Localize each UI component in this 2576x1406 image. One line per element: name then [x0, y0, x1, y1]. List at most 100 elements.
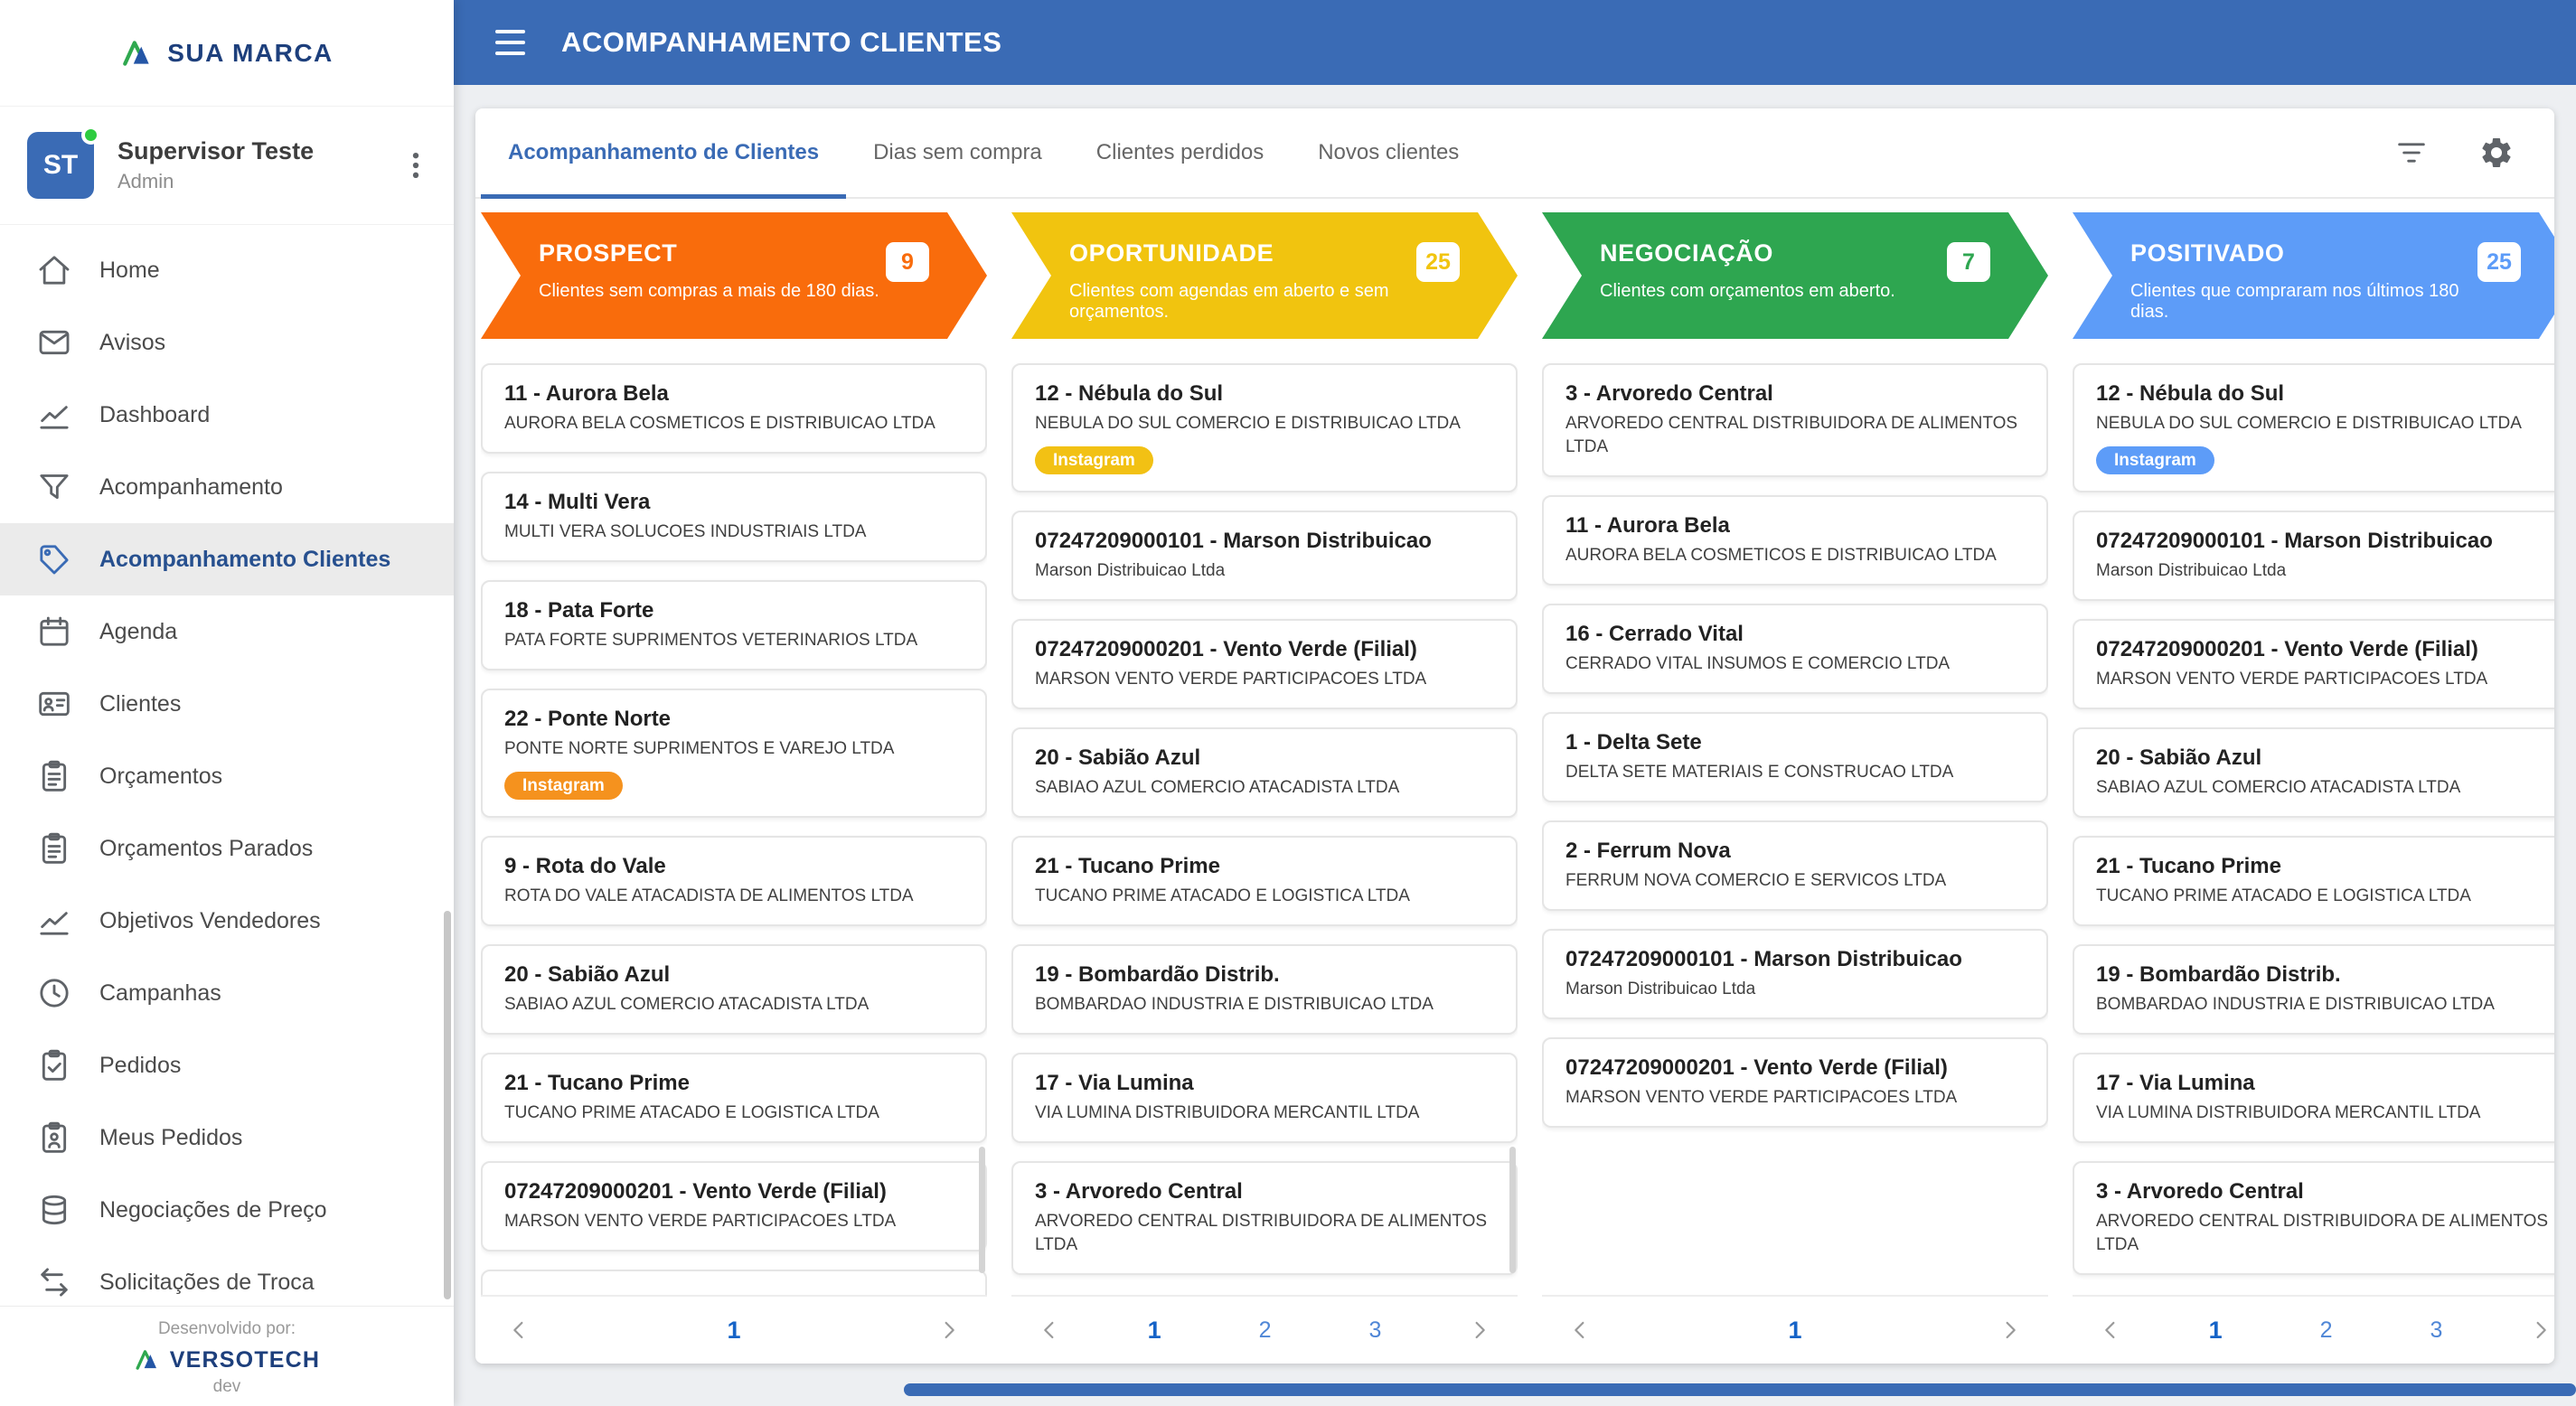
sidebar-item-campanhas[interactable]: Campanhas [0, 957, 454, 1029]
sidebar-item-label: Solicitações de Troca [99, 1270, 315, 1296]
profile-menu-button[interactable] [398, 147, 434, 183]
tabs: Acompanhamento de ClientesDias sem compr… [481, 108, 1486, 197]
client-card[interactable]: 22 - Ponte Norte PONTE NORTE SUPRIMENTOS… [481, 689, 987, 818]
tab-novos-clientes[interactable]: Novos clientes [1291, 108, 1486, 197]
sidebar-item-label: Home [99, 258, 160, 284]
client-card-company: Marson Distribuicao Ltda [1565, 978, 2025, 1001]
client-card-company: Marson Distribuicao Ltda [2096, 559, 2554, 583]
pager-next-button[interactable] [1996, 1316, 2025, 1345]
sidebar-item-home[interactable]: Home [0, 234, 454, 306]
sidebar-item-objetivos-vendedores[interactable]: Objetivos Vendedores [0, 885, 454, 957]
pager-page-1[interactable]: 1 [1148, 1317, 1161, 1345]
client-card[interactable]: 3 - Arvoredo Central ARVOREDO CENTRAL DI… [1542, 363, 2048, 477]
client-card[interactable]: 20 - Sabião Azul SABIAO AZUL COMERCIO AT… [1011, 727, 1518, 818]
client-card-company: MULTI VERA SOLUCOES INDUSTRIAIS LTDA [504, 520, 964, 544]
client-card[interactable]: 07247209000101 - Marson Distribuicao Mar… [2073, 511, 2554, 601]
pager-next-button[interactable] [935, 1316, 964, 1345]
tab-clientes-perdidos[interactable]: Clientes perdidos [1069, 108, 1291, 197]
pager-prev-button[interactable] [504, 1316, 533, 1345]
pager-next-button[interactable] [2526, 1316, 2554, 1345]
client-card-company: TUCANO PRIME ATACADO E LOGISTICA LTDA [504, 1101, 964, 1125]
sidebar-item-clientes[interactable]: Clientes [0, 668, 454, 740]
pager-page-1[interactable]: 1 [1788, 1317, 1801, 1345]
pager-prev-button[interactable] [2096, 1316, 2125, 1345]
pager-prev-button[interactable] [1565, 1316, 1594, 1345]
column-subtitle: Clientes com orçamentos em aberto. [1600, 281, 1958, 302]
clock-icon [36, 975, 72, 1011]
client-card[interactable]: 9 - Rota do Vale ROTA DO VALE ATACADISTA… [481, 836, 987, 926]
client-card[interactable]: 07247209000101 - Marson Distribuicao Mar… [1011, 511, 1518, 601]
column-count-badge: 9 [886, 242, 929, 282]
sidebar-item-acompanhamento[interactable]: Acompanhamento [0, 451, 454, 523]
sidebar-item-solicitacoes-de-troca[interactable]: Solicitações de Troca [0, 1246, 454, 1306]
client-card[interactable]: 07247209000201 - Vento Verde (Filial) MA… [2073, 619, 2554, 709]
brand-logo-icon [120, 36, 155, 70]
pager-page-1[interactable]: 1 [727, 1317, 740, 1345]
filter-icon[interactable] [2393, 135, 2430, 171]
client-card[interactable]: 19 - Bombardão Distrib. BOMBARDAO INDUST… [2073, 944, 2554, 1035]
client-card[interactable]: 11 - Aurora Bela AURORA BELA COSMETICOS … [481, 363, 987, 454]
pager-prev-button[interactable] [1035, 1316, 1064, 1345]
horizontal-scrollbar-thumb[interactable] [904, 1383, 2576, 1396]
sidebar-item-meus-pedidos[interactable]: Meus Pedidos [0, 1101, 454, 1174]
client-card[interactable]: 07247209000101 - Marson Distribuicao Mar… [1542, 929, 2048, 1019]
sidebar-item-acompanhamento-clientes[interactable]: Acompanhamento Clientes [0, 523, 454, 595]
client-card[interactable]: 17 - Via Lumina VIA LUMINA DISTRIBUIDORA… [1011, 1053, 1518, 1143]
client-card[interactable]: 2 - Ferrum Nova FERRUM NOVA COMERCIO E S… [1542, 820, 2048, 911]
sidebar-item-avisos[interactable]: Avisos [0, 306, 454, 379]
client-card[interactable]: 20 - Sabião Azul SABIAO AZUL COMERCIO AT… [2073, 727, 2554, 818]
tab-acompanhamento-de-clientes[interactable]: Acompanhamento de Clientes [481, 108, 846, 197]
client-card[interactable]: 07247209000201 - Vento Verde (Filial) MA… [1542, 1037, 2048, 1128]
pager-page-2[interactable]: 2 [2320, 1317, 2333, 1344]
client-card-title: 3 - Arvoredo Central [2096, 1179, 2554, 1204]
client-card[interactable]: 1 - Delta Sete DELTA SETE MATERIAIS E CO… [1542, 712, 2048, 802]
pager-next-button[interactable] [1465, 1316, 1494, 1345]
client-card[interactable]: 3 - Arvoredo Central ARVOREDO CENTRAL DI… [1011, 1161, 1518, 1275]
client-card[interactable]: 17 - Via Lumina VIA LUMINA DISTRIBUIDORA… [2073, 1053, 2554, 1143]
client-card-company: AURORA BELA COSMETICOS E DISTRIBUICAO LT… [504, 412, 964, 436]
client-card[interactable]: 16 - Cerrado Vital CERRADO VITAL INSUMOS… [1542, 604, 2048, 694]
client-card[interactable]: 21 - Tucano Prime TUCANO PRIME ATACADO E… [1011, 836, 1518, 926]
pager-page-2[interactable]: 2 [1259, 1317, 1272, 1344]
contact-card-icon [36, 686, 72, 722]
sidebar-item-orcamentos[interactable]: Orçamentos [0, 740, 454, 812]
sidebar-scrollbar-thumb[interactable] [444, 911, 451, 1299]
sidebar-item-negociacoes-de-preco[interactable]: Negociações de Preço [0, 1174, 454, 1246]
column-scrollbar-thumb[interactable] [979, 1147, 985, 1273]
client-card[interactable]: 19 - Bombardão Distrib. BOMBARDAO INDUST… [1011, 944, 1518, 1035]
client-card[interactable]: 21 - Tucano Prime TUCANO PRIME ATACADO E… [2073, 836, 2554, 926]
client-card[interactable]: 21 - Tucano Prime TUCANO PRIME ATACADO E… [481, 1053, 987, 1143]
client-card-title: 11 - Aurora Bela [504, 381, 964, 407]
pager-page-3[interactable]: 3 [1369, 1317, 1382, 1344]
pager-page-3[interactable]: 3 [2430, 1317, 2443, 1344]
client-card[interactable]: 11 - Aurora Bela AURORA BELA COSMETICOS … [1542, 495, 2048, 586]
sidebar-item-agenda[interactable]: Agenda [0, 595, 454, 668]
sidebar-item-pedidos[interactable]: Pedidos [0, 1029, 454, 1101]
settings-icon[interactable] [2478, 135, 2515, 171]
versotech-logo-icon [134, 1346, 161, 1373]
sidebar-item-dashboard[interactable]: Dashboard [0, 379, 454, 451]
client-card-company: ROTA DO VALE ATACADISTA DE ALIMENTOS LTD… [504, 885, 964, 908]
client-card[interactable]: 12 - Nébula do Sul NEBULA DO SUL COMERCI… [2073, 363, 2554, 492]
sidebar-item-orcamentos-parados[interactable]: Orçamentos Parados [0, 812, 454, 885]
client-card-title: 2 - Ferrum Nova [1565, 839, 2025, 864]
client-card-title: 19 - Bombardão Distrib. [1035, 962, 1494, 988]
menu-toggle-button[interactable] [495, 30, 525, 55]
tab-dias-sem-compra[interactable]: Dias sem compra [846, 108, 1069, 197]
client-card[interactable]: 14 - Multi Vera MULTI VERA SOLUCOES INDU… [481, 472, 987, 562]
client-card-title: 3 - Arvoredo Central [1565, 381, 2025, 407]
client-card[interactable]: 07247209000201 - Vento Verde (Filial) MA… [1011, 619, 1518, 709]
sidebar-footer: Desenvolvido por: VERSOTECH dev [0, 1306, 454, 1406]
client-card[interactable]: 12 - Nébula do Sul NEBULA DO SUL COMERCI… [1011, 363, 1518, 492]
clipboard-icon [36, 758, 72, 794]
client-card[interactable]: 07247209000201 - Vento Verde (Filial) MA… [481, 1161, 987, 1251]
client-card[interactable]: 3 - Arvoredo Central ARVOREDO CENTRAL DI… [2073, 1161, 2554, 1275]
client-card-title: 21 - Tucano Prime [2096, 854, 2554, 879]
pager-page-1[interactable]: 1 [2209, 1317, 2223, 1345]
instagram-badge: Instagram [504, 772, 623, 800]
column-scrollbar-thumb[interactable] [1509, 1147, 1516, 1273]
sidebar-item-label: Agenda [99, 619, 177, 645]
environment-label: dev [0, 1377, 454, 1397]
client-card[interactable]: 20 - Sabião Azul SABIAO AZUL COMERCIO AT… [481, 944, 987, 1035]
client-card[interactable]: 18 - Pata Forte PATA FORTE SUPRIMENTOS V… [481, 580, 987, 670]
